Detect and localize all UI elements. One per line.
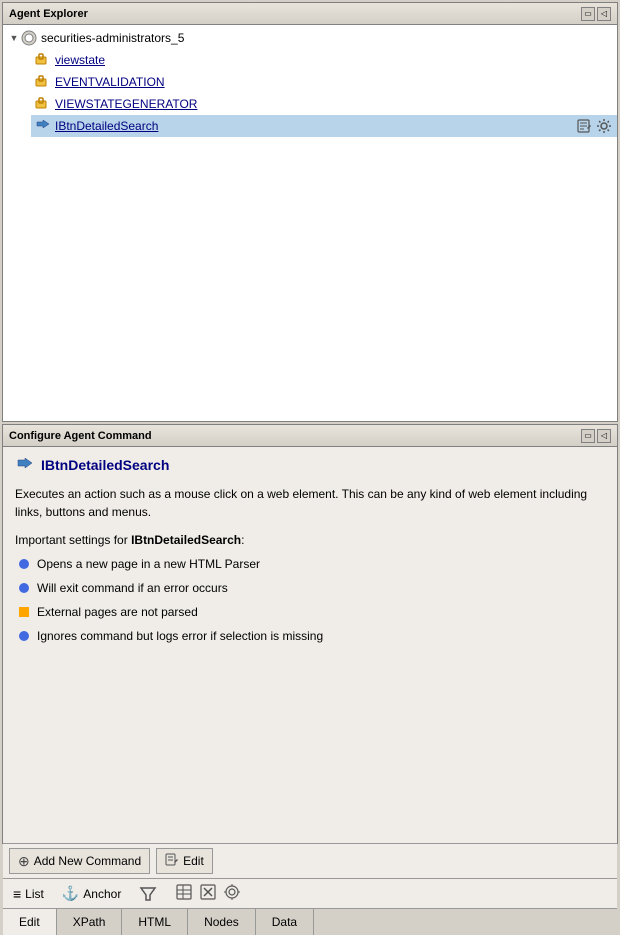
nav-item-list[interactable]: ≡ List — [9, 884, 48, 904]
setting-text-3: Ignores command but logs error if select… — [37, 629, 323, 643]
minimize-button[interactable]: ▭ — [581, 7, 595, 21]
setting-text-2: External pages are not parsed — [37, 605, 198, 619]
link-icon-ibtndetailedsearch — [35, 118, 51, 134]
cross-icon[interactable] — [199, 883, 217, 904]
tree-item-actions — [575, 117, 613, 135]
setting-item-1: Will exit command if an error occurs — [19, 581, 605, 595]
target-icon[interactable] — [223, 883, 241, 904]
extra-icons — [175, 883, 241, 904]
nav-label-anchor: Anchor — [83, 887, 121, 901]
important-heading-suffix: : — [241, 533, 244, 547]
important-heading-target: IBtnDetailedSearch — [131, 533, 241, 547]
link-icon-eventvalidation — [35, 74, 51, 90]
tree-label-viewstategenerator: VIEWSTATEGENERATOR — [55, 97, 197, 111]
explorer-content: ▼ securities-administrators_5 viewsta — [3, 25, 617, 421]
configure-panel-title: Configure Agent Command — [9, 430, 152, 442]
setting-item-0: Opens a new page in a new HTML Parser — [19, 557, 605, 571]
setting-item-2: External pages are not parsed — [19, 605, 605, 619]
edit-label: Edit — [183, 854, 204, 868]
table-icon[interactable] — [175, 883, 193, 904]
agent-explorer-header: Agent Explorer ▭ ◁ — [3, 3, 617, 25]
tabs-row: Edit XPath HTML Nodes Data — [3, 908, 617, 935]
configure-panel-controls: ▭ ◁ — [581, 429, 611, 443]
bottom-toolbar: ⊕ Add New Command Edit — [3, 843, 617, 878]
configure-command-icon — [15, 455, 35, 475]
bullet-0 — [19, 559, 29, 569]
tree-item-viewstate[interactable]: viewstate — [31, 49, 617, 71]
agent-explorer-title: Agent Explorer — [9, 8, 88, 20]
link-icon-viewstate — [35, 52, 51, 68]
anchor-icon: ⚓ — [62, 885, 79, 902]
settings-list: Opens a new page in a new HTML Parser Wi… — [15, 557, 605, 653]
configure-content: IBtnDetailedSearch Executes an action su… — [3, 447, 617, 843]
settings-command-icon[interactable] — [595, 117, 613, 135]
add-new-command-label: Add New Command — [34, 854, 141, 868]
tab-xpath[interactable]: XPath — [57, 909, 123, 935]
tree-item-viewstategenerator[interactable]: VIEWSTATEGENERATOR — [31, 93, 617, 115]
nav-bar: ≡ List ⚓ Anchor — [3, 878, 617, 908]
tree-root-item[interactable]: ▼ securities-administrators_5 — [3, 27, 617, 49]
tab-nodes[interactable]: Nodes — [188, 909, 256, 935]
configure-panel-header: Configure Agent Command ▭ ◁ — [3, 425, 617, 447]
edit-command-icon[interactable] — [575, 117, 593, 135]
bullet-2 — [19, 607, 29, 617]
edit-pencil-icon — [165, 853, 179, 870]
link-icon-viewstategenerator — [35, 96, 51, 112]
tree-item-ibtndetailedsearch[interactable]: IBtnDetailedSearch — [31, 115, 617, 137]
child-items-container: viewstate EVENTVALIDATION — [3, 49, 617, 137]
setting-text-1: Will exit command if an error occurs — [37, 581, 228, 595]
tab-data[interactable]: Data — [256, 909, 314, 935]
agent-explorer-panel: Agent Explorer ▭ ◁ ▼ securities-administ… — [2, 2, 618, 422]
configure-agent-command-panel: Configure Agent Command ▭ ◁ IBtnDetailed… — [2, 424, 618, 844]
configure-command-name: IBtnDetailedSearch — [41, 457, 169, 473]
pin-button[interactable]: ◁ — [597, 7, 611, 21]
list-icon: ≡ — [13, 886, 21, 902]
setting-item-3: Ignores command but logs error if select… — [19, 629, 605, 643]
tree-label-viewstate: viewstate — [55, 53, 105, 67]
add-new-command-button[interactable]: ⊕ Add New Command — [9, 848, 150, 874]
tab-html[interactable]: HTML — [122, 909, 188, 935]
tab-edit[interactable]: Edit — [3, 909, 57, 935]
important-heading: Important settings for IBtnDetailedSearc… — [15, 533, 605, 547]
important-heading-prefix: Important settings for — [15, 533, 131, 547]
filter-icon[interactable] — [139, 885, 157, 903]
tree-label-eventvalidation: EVENTVALIDATION — [55, 75, 165, 89]
configure-title-row: IBtnDetailedSearch — [15, 455, 605, 475]
bullet-3 — [19, 631, 29, 641]
panel-controls: ▭ ◁ — [581, 7, 611, 21]
edit-button[interactable]: Edit — [156, 848, 213, 874]
nav-item-anchor[interactable]: ⚓ Anchor — [58, 883, 125, 904]
add-icon: ⊕ — [18, 853, 30, 870]
configure-minimize-button[interactable]: ▭ — [581, 429, 595, 443]
tree-label-ibtndetailedsearch: IBtnDetailedSearch — [55, 119, 158, 133]
tree-item-eventvalidation[interactable]: EVENTVALIDATION — [31, 71, 617, 93]
setting-text-0: Opens a new page in a new HTML Parser — [37, 557, 260, 571]
configure-pin-button[interactable]: ◁ — [597, 429, 611, 443]
nav-label-list: List — [25, 887, 44, 901]
toggle-expand-icon: ▼ — [7, 31, 21, 45]
description-text: Executes an action such as a mouse click… — [15, 485, 605, 521]
bullet-1 — [19, 583, 29, 593]
root-node-icon — [21, 30, 37, 46]
root-node-label: securities-administrators_5 — [41, 31, 184, 45]
